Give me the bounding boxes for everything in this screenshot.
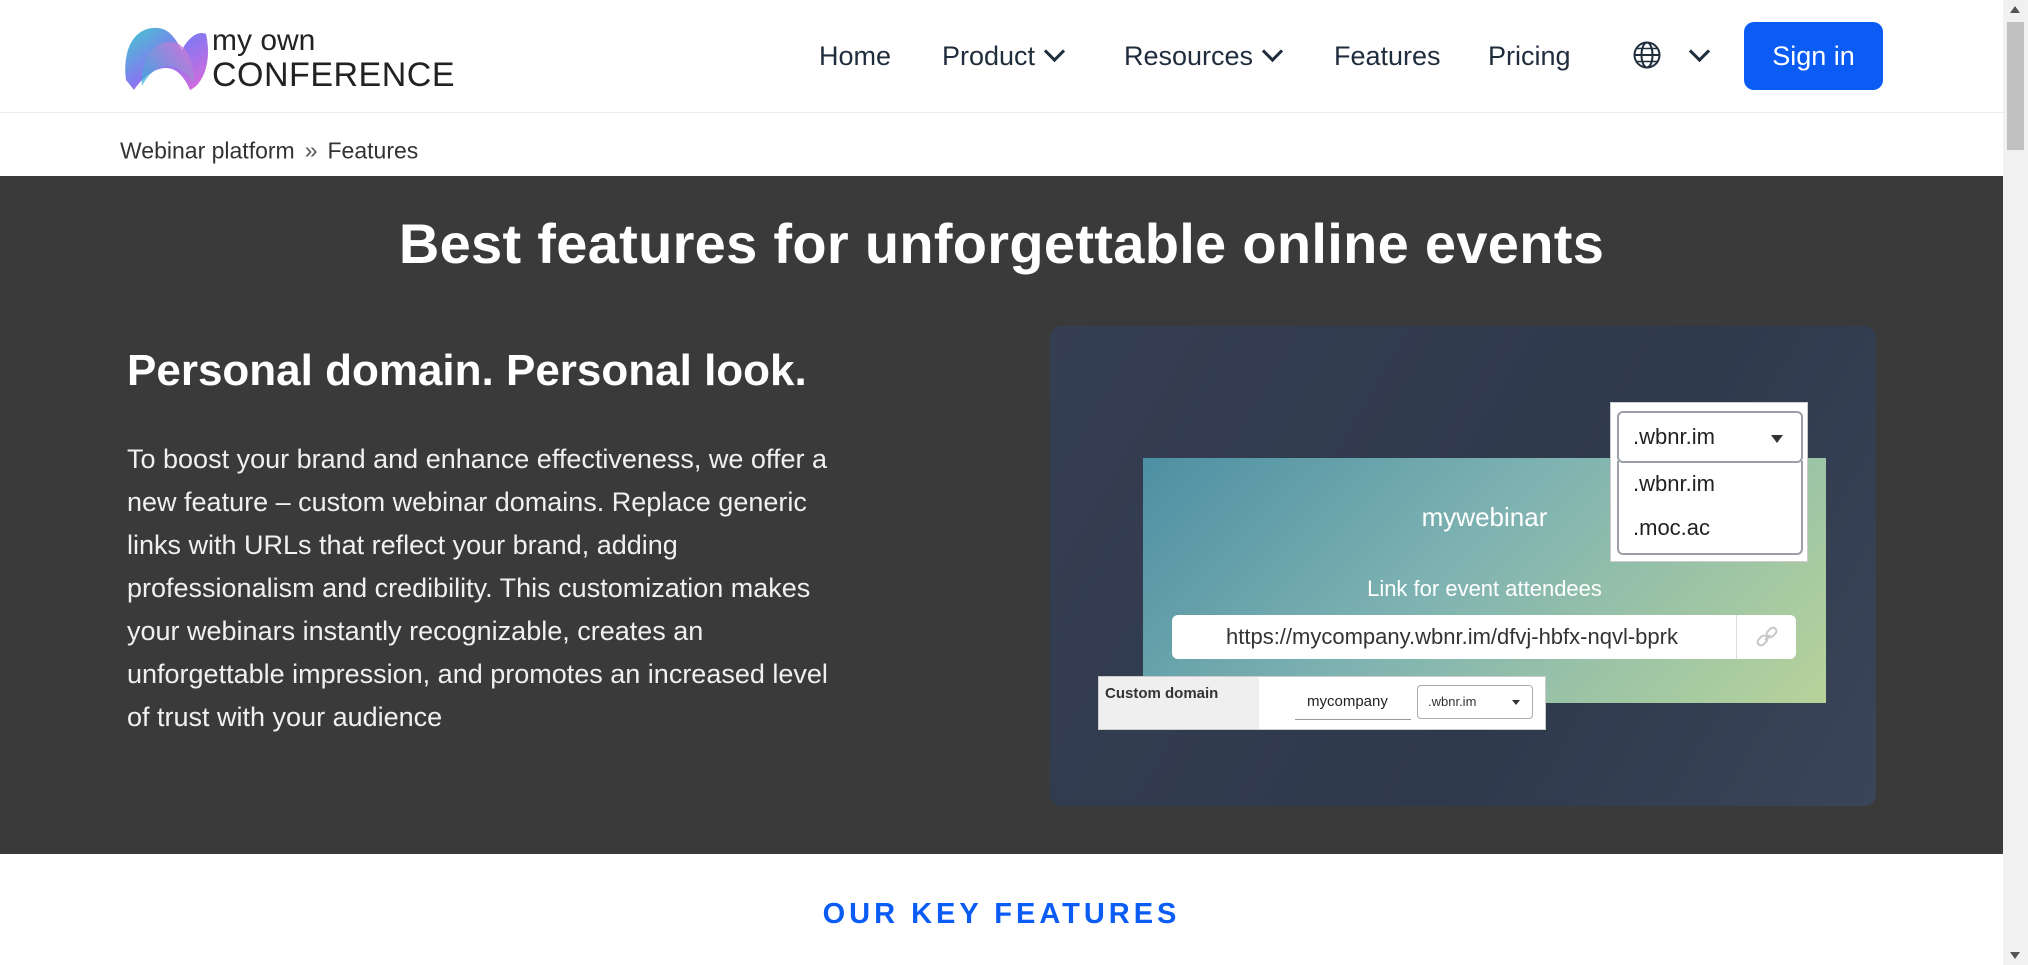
nav-pricing[interactable]: Pricing bbox=[1488, 36, 1571, 76]
custom-domain-input: mycompany bbox=[1295, 687, 1411, 720]
nav-product-label: Product bbox=[942, 41, 1036, 71]
logo-line1: my own bbox=[212, 24, 316, 57]
breadcrumb-current: Features bbox=[327, 137, 419, 164]
caret-down-icon bbox=[1771, 435, 1783, 443]
breadcrumb-link-webinar-platform[interactable]: Webinar platform bbox=[120, 137, 295, 163]
nav-features[interactable]: Features bbox=[1334, 36, 1441, 76]
feature-description: To boost your brand and enhance effectiv… bbox=[127, 444, 828, 732]
nav-resources-label: Resources bbox=[1124, 41, 1254, 71]
nav-product[interactable]: Product bbox=[942, 36, 1066, 76]
scroll-down-arrow-icon[interactable] bbox=[2010, 952, 2020, 959]
feature-illustration: mywebinar Link for event attendees https… bbox=[1050, 326, 1876, 806]
feature-title: Personal domain. Personal look. bbox=[127, 346, 807, 395]
custom-domain-form: Custom domain mycompany .wbnr.im bbox=[1098, 676, 1546, 730]
link-caption: Link for event attendees bbox=[1367, 576, 1602, 601]
logo[interactable]: my own CONFERENCE bbox=[120, 20, 455, 94]
custom-domain-value: mycompany bbox=[1307, 693, 1388, 710]
nav-resources[interactable]: Resources bbox=[1124, 36, 1284, 76]
scroll-up-arrow-icon[interactable] bbox=[2010, 6, 2020, 13]
logo-line2: CONFERENCE bbox=[212, 56, 456, 94]
domain-option: .wbnr.im bbox=[1633, 471, 1715, 496]
attendee-url-field: https://mycompany.wbnr.im/dfvj-hbfx-nqvl… bbox=[1172, 615, 1796, 659]
scroll-thumb[interactable] bbox=[2007, 22, 2024, 150]
logo-text: my own CONFERENCE bbox=[212, 24, 455, 92]
breadcrumb-separator: » bbox=[304, 137, 318, 164]
page-title: Best features for unforgettable online e… bbox=[398, 212, 1605, 275]
divider bbox=[1736, 615, 1737, 659]
sign-in-button[interactable]: Sign in bbox=[1744, 22, 1883, 90]
domain-dropdown-options: .wbnr.im .moc.ac bbox=[1617, 461, 1803, 555]
custom-domain-label-cell: Custom domain bbox=[1099, 677, 1259, 729]
chevron-down-icon bbox=[1043, 40, 1066, 63]
chevron-down-icon bbox=[1261, 40, 1284, 63]
custom-domain-select: .wbnr.im bbox=[1417, 685, 1533, 719]
nav-home[interactable]: Home bbox=[819, 36, 891, 76]
key-features-heading: OUR KEY FEATURES bbox=[822, 898, 1181, 930]
attendee-url: https://mycompany.wbnr.im/dfvj-hbfx-nqvl… bbox=[1226, 624, 1678, 649]
custom-domain-select-value: .wbnr.im bbox=[1428, 694, 1477, 709]
main-nav: Home Product Resources Features Pricing … bbox=[800, 0, 2003, 112]
logo-icon bbox=[125, 27, 209, 90]
link-icon bbox=[1756, 626, 1778, 647]
scrollbar[interactable] bbox=[2003, 0, 2028, 965]
hero-section: Best features for unforgettable online e… bbox=[0, 176, 2003, 854]
globe-icon[interactable] bbox=[1632, 40, 1662, 70]
domain-dropdown-selected: .wbnr.im bbox=[1617, 411, 1803, 463]
breadcrumb: Webinar platform » Features bbox=[120, 136, 418, 164]
site-header: my own CONFERENCE Home Product Resources… bbox=[0, 0, 2003, 113]
domain-dropdown: .wbnr.im .wbnr.im .moc.ac bbox=[1610, 402, 1808, 562]
custom-domain-label: Custom domain bbox=[1105, 685, 1219, 702]
domain-dropdown-selected-value: .wbnr.im bbox=[1633, 424, 1715, 449]
caret-down-icon bbox=[1512, 700, 1520, 705]
domain-option: .moc.ac bbox=[1633, 515, 1711, 540]
language-chevron-down-icon[interactable] bbox=[1688, 40, 1711, 63]
